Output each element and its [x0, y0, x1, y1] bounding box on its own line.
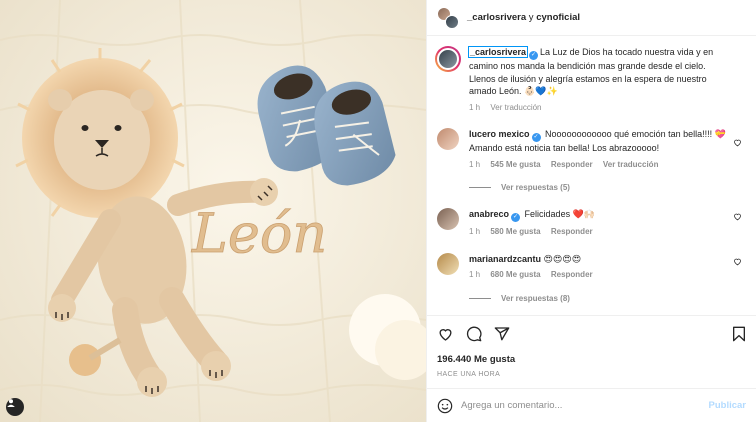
avatar[interactable]	[437, 208, 459, 230]
comment-input[interactable]	[461, 400, 709, 411]
author-link[interactable]: cynoficial	[536, 12, 580, 23]
photo-illustration: León	[0, 0, 426, 422]
comment-username[interactable]: lucero mexico	[469, 129, 530, 139]
comment-item: anabreco ✓ Felicidades ❤️🙌🏻 1 h 580 Me gu…	[437, 208, 746, 239]
post-side-panel: _carlosrivera y cynoficial _carlosrivera…	[426, 0, 756, 422]
reply-button[interactable]: Responder	[551, 160, 593, 169]
view-replies-button[interactable]: Ver respuestas (5)	[469, 183, 746, 192]
comment-time[interactable]: 1 h	[469, 160, 480, 169]
comment-username[interactable]: marianardzcantu	[469, 254, 541, 264]
verified-icon: ✓	[529, 51, 539, 60]
post-header: _carlosrivera y cynoficial	[427, 0, 756, 36]
author-link[interactable]: _carlosrivera	[467, 12, 526, 23]
comment-time[interactable]: 1 h	[469, 227, 480, 236]
post-photo[interactable]: León	[0, 0, 426, 422]
post-actions: 196.440 Me gusta HACE UNA HORA	[427, 315, 756, 378]
view-replies-button[interactable]: Ver respuestas (8)	[469, 294, 746, 303]
comment-likes[interactable]: 680 Me gusta	[490, 270, 540, 279]
comment-item: lucero mexico ✓ Noooooooooooo qué emoción…	[437, 128, 746, 171]
post-likes[interactable]: 196.440 Me gusta	[437, 354, 746, 365]
reply-button[interactable]: Responder	[551, 270, 593, 279]
heart-icon[interactable]	[733, 212, 742, 221]
emoji-icon[interactable]	[437, 398, 453, 414]
share-icon[interactable]	[494, 326, 510, 342]
comments-list: _carlosrivera ✓ La Luz de Dios ha tocado n…	[427, 36, 756, 315]
embroidered-name: León	[191, 202, 327, 265]
instagram-post: León _carlosrivera y cynoficial _carlosr…	[0, 0, 756, 422]
comment-composer: Publicar	[427, 388, 756, 422]
comment-likes[interactable]: 580 Me gusta	[490, 227, 540, 236]
avatar[interactable]	[437, 128, 459, 150]
bookmark-icon[interactable]	[732, 326, 746, 342]
comment-text: Felicidades ❤️🙌🏻	[524, 209, 595, 219]
reply-button[interactable]: Responder	[551, 227, 593, 236]
caption: _carlosrivera ✓ La Luz de Dios ha tocado n…	[435, 46, 746, 114]
translate-link[interactable]: Ver traducción	[490, 103, 541, 112]
heart-icon[interactable]	[733, 138, 742, 147]
verified-icon: ✓	[531, 133, 541, 142]
comment-item: marianardzcantu 😍😍😍😍 1 h 680 Me gusta Re…	[437, 252, 746, 282]
heart-icon[interactable]	[437, 326, 454, 342]
comment-icon[interactable]	[466, 326, 482, 342]
view-replies-label: Ver respuestas (5)	[501, 183, 570, 192]
comment-time[interactable]: 1 h	[469, 270, 480, 279]
avatar[interactable]	[437, 252, 459, 275]
caption-time[interactable]: 1 h	[469, 103, 480, 112]
publish-button[interactable]: Publicar	[709, 400, 747, 411]
caption-username[interactable]: _carlosrivera	[467, 46, 529, 58]
post-time[interactable]: HACE UNA HORA	[437, 371, 746, 378]
collab-authors: _carlosrivera y cynoficial	[467, 12, 580, 23]
view-replies-label: Ver respuestas (8)	[501, 293, 570, 303]
divider	[469, 297, 491, 299]
verified-icon: ✓	[511, 213, 521, 222]
comment-likes[interactable]: 545 Me gusta	[490, 160, 540, 169]
user-tag-icon[interactable]	[6, 398, 24, 416]
heart-icon[interactable]	[733, 257, 742, 266]
translate-link[interactable]: Ver traducción	[603, 160, 659, 169]
comment-text: 😍😍😍😍	[543, 253, 582, 264]
avatar	[445, 14, 459, 29]
avatar[interactable]	[435, 46, 461, 72]
comment-username[interactable]: anabreco	[469, 209, 509, 219]
collab-avatars[interactable]	[437, 6, 459, 29]
author-joiner: y	[526, 12, 537, 23]
divider	[469, 187, 491, 188]
